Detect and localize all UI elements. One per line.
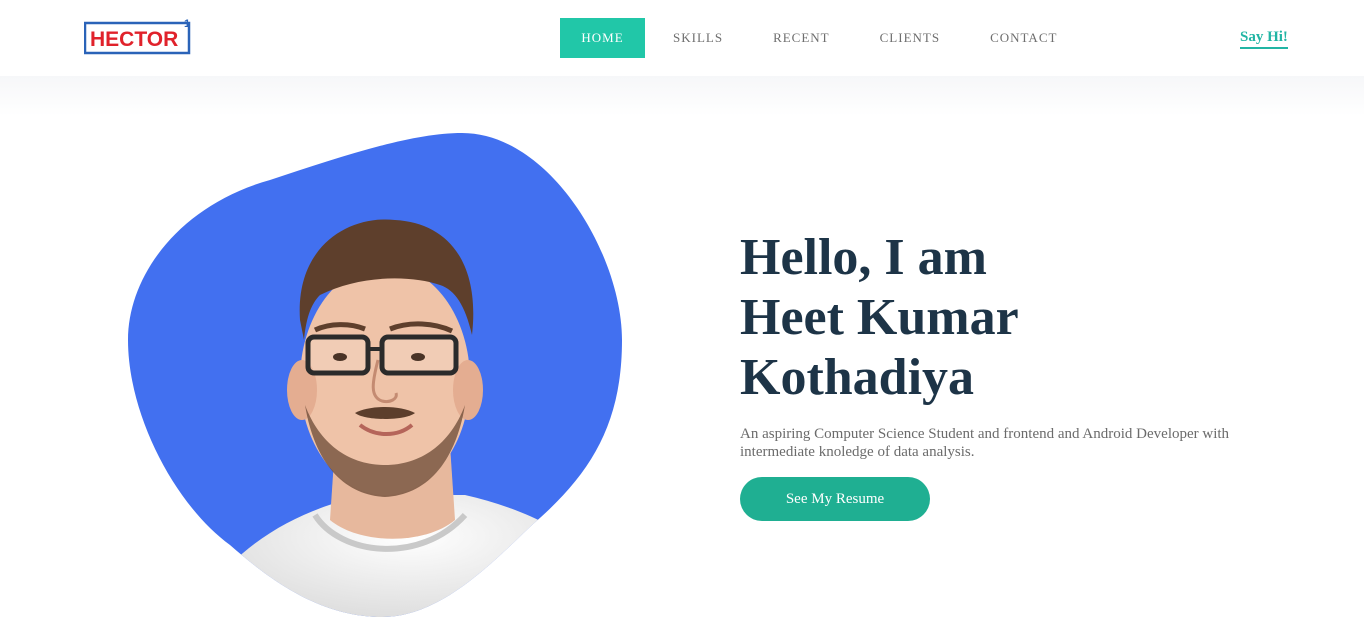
hero-photo [128,133,622,617]
see-resume-button[interactable]: See My Resume [740,477,930,521]
hero-intro: Hello, I am Heet Kumar Kothadiya An aspi… [740,228,1260,521]
header-shadow [0,76,1364,116]
logo-text: HECTOR [90,28,178,51]
hero-title-line: Hello, I am [740,229,987,286]
hero-title: Hello, I am Heet Kumar Kothadiya [740,228,1260,408]
say-hi-link[interactable]: Say Hi! [1240,28,1288,49]
nav-recent[interactable]: RECENT [773,18,830,58]
hero-description: An aspiring Computer Science Student and… [740,426,1230,460]
main-nav: HOME SKILLS RECENT CLIENTS CONTACT [560,18,1057,58]
hector-logo[interactable]: HECTOR 1 [84,17,192,55]
site-header: HECTOR 1 HOME SKILLS RECENT CLIENTS CONT… [0,0,1364,76]
hero-title-line: Heet Kumar [740,289,1019,346]
nav-contact[interactable]: CONTACT [990,18,1057,58]
logo-superscript: 1 [184,18,190,30]
hero-title-line: Kothadiya [740,349,975,406]
nav-skills[interactable]: SKILLS [673,18,723,58]
nav-clients[interactable]: CLIENTS [880,18,940,58]
nav-home[interactable]: HOME [560,18,645,58]
